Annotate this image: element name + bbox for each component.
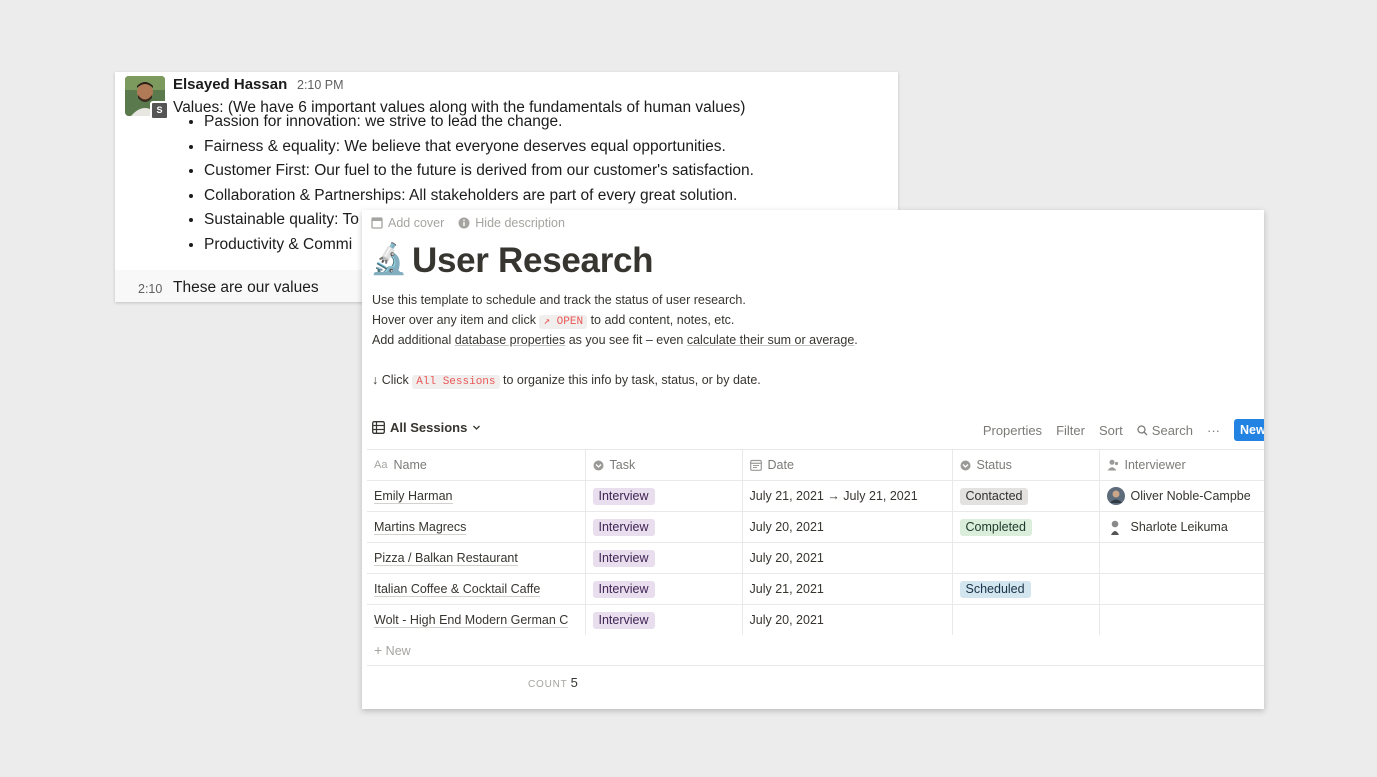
list-item: Fairness & equality: We believe that eve… — [204, 135, 754, 160]
row-task[interactable]: Interview — [584, 573, 742, 605]
page-description: Use this template to schedule and track … — [372, 290, 858, 390]
properties-button[interactable]: Properties — [983, 423, 1042, 438]
task-tag: Interview — [592, 549, 655, 567]
toolbar-actions: Properties Filter Sort Search ··· New — [983, 419, 1264, 441]
row-name[interactable]: Italian Coffee & Cocktail Caffe — [367, 573, 585, 605]
row-date[interactable]: July 20, 2021 — [741, 542, 952, 574]
row-task[interactable]: Interview — [584, 604, 742, 635]
search-button[interactable]: Search — [1137, 423, 1193, 438]
table-row[interactable]: Italian Coffee & Cocktail Caffe Intervie… — [367, 573, 1264, 605]
description-line: Add additional database properties as yo… — [372, 333, 858, 347]
notion-page: Add cover Hide description 🔬 User Resear… — [362, 210, 1264, 709]
row-interviewer[interactable] — [1098, 542, 1264, 574]
select-property-icon — [593, 460, 603, 470]
microscope-icon[interactable]: 🔬 — [370, 242, 407, 277]
sort-button[interactable]: Sort — [1099, 423, 1123, 438]
hide-description-label: Hide description — [475, 216, 565, 230]
table-row[interactable]: Pizza / Balkan Restaurant Interview July… — [367, 542, 1264, 574]
followup-timestamp[interactable]: 2:10 — [138, 282, 162, 296]
table-row[interactable]: Emily Harman Interview July 21, 2021 → J… — [367, 480, 1264, 512]
status-badge: Scheduled — [959, 580, 1031, 598]
sender-name[interactable]: Elsayed Hassan — [173, 76, 287, 93]
add-cover-button[interactable]: Add cover — [371, 216, 444, 230]
divider — [367, 665, 1264, 666]
row-status[interactable]: Completed — [951, 511, 1099, 543]
chevron-down-icon — [473, 425, 481, 430]
add-row-button[interactable]: + New — [374, 642, 411, 658]
row-interviewer[interactable] — [1098, 604, 1264, 635]
column-header-status[interactable]: Status — [951, 449, 1099, 481]
database-toolbar: All Sessions Properties Filter Sort Sear… — [372, 419, 1264, 441]
row-task[interactable]: Interview — [584, 542, 742, 574]
column-header-task[interactable]: Task — [584, 449, 742, 481]
row-status[interactable]: Contacted — [951, 480, 1099, 512]
column-header-name[interactable]: Aa Name — [367, 449, 585, 481]
database-properties-link[interactable]: database properties — [455, 333, 566, 347]
avatar — [1106, 487, 1125, 505]
view-selector[interactable]: All Sessions — [372, 420, 481, 435]
calendar-icon — [749, 459, 762, 471]
list-item: Passion for innovation: we strive to lea… — [204, 110, 754, 135]
row-status[interactable] — [951, 604, 1099, 635]
row-interviewer[interactable]: Oliver Noble-Campbe — [1098, 480, 1264, 512]
row-name[interactable]: Martins Magrecs — [367, 511, 585, 543]
plus-icon: + — [374, 642, 383, 658]
description-line: Use this template to schedule and track … — [372, 293, 746, 307]
all-sessions-code-chip: All Sessions — [412, 375, 500, 389]
list-item: Collaboration & Partnerships: All stakeh… — [204, 184, 754, 209]
task-tag: Interview — [592, 611, 655, 629]
view-name: All Sessions — [390, 420, 468, 435]
row-task[interactable]: Interview — [584, 480, 742, 512]
status-badge: Contacted — [959, 487, 1029, 505]
row-status[interactable]: Scheduled — [951, 573, 1099, 605]
list-item: Customer First: Our fuel to the future i… — [204, 159, 754, 184]
row-name[interactable]: Emily Harman — [367, 480, 585, 512]
task-tag: Interview — [592, 580, 655, 598]
person-icon — [1107, 459, 1118, 471]
filter-button[interactable]: Filter — [1056, 423, 1085, 438]
row-date[interactable]: July 21, 2021 — [741, 573, 952, 605]
task-tag: Interview — [592, 518, 655, 536]
task-tag: Interview — [592, 487, 655, 505]
table-row[interactable]: Wolt - High End Modern German C Intervie… — [367, 604, 1264, 635]
open-code-chip: ↗ OPEN — [539, 315, 588, 329]
image-icon — [371, 217, 383, 229]
row-name[interactable]: Wolt - High End Modern German C — [367, 604, 585, 635]
text-property-icon: Aa — [374, 459, 388, 471]
description-line: Hover over any item and click ↗ OPEN to … — [372, 313, 735, 329]
column-header-date[interactable]: Date — [741, 449, 952, 481]
row-date[interactable]: July 20, 2021 — [741, 604, 952, 635]
new-button[interactable]: New — [1234, 419, 1264, 441]
more-options-icon[interactable]: ··· — [1207, 423, 1220, 438]
followup-message: These are our values — [173, 279, 319, 296]
table-row[interactable]: Martins Magrecs Interview July 20, 2021 … — [367, 511, 1264, 543]
row-count[interactable]: COUNT 5 — [528, 675, 578, 690]
row-date[interactable]: July 20, 2021 — [741, 511, 952, 543]
row-name[interactable]: Pizza / Balkan Restaurant — [367, 542, 585, 574]
search-icon — [1137, 424, 1148, 435]
hide-description-button[interactable]: Hide description — [458, 216, 565, 230]
message-timestamp[interactable]: 2:10 PM — [297, 78, 344, 92]
column-header-interviewer[interactable]: Interviewer — [1098, 449, 1264, 481]
add-cover-label: Add cover — [388, 216, 445, 230]
table-header-row: Aa Name Task Date Status Interviewer — [367, 449, 1264, 481]
info-icon — [458, 217, 470, 229]
status-badge: Completed — [959, 518, 1032, 536]
sessions-table: Aa Name Task Date Status Interviewer Emi… — [367, 449, 1264, 635]
row-status[interactable] — [951, 542, 1099, 574]
row-task[interactable]: Interview — [584, 511, 742, 543]
page-controls: Add cover Hide description — [371, 216, 565, 230]
page-title[interactable]: User Research — [412, 241, 654, 281]
row-date[interactable]: July 21, 2021 → July 21, 2021 — [741, 480, 952, 512]
description-line: ↓ Click All Sessions to organize this in… — [372, 373, 761, 389]
workspace-badge: S — [150, 101, 169, 120]
row-interviewer[interactable] — [1098, 573, 1264, 605]
table-icon — [372, 421, 385, 434]
row-interviewer[interactable]: Sharlote Leikuma — [1098, 511, 1264, 543]
calculate-link[interactable]: calculate their sum or average — [687, 333, 854, 347]
select-property-icon — [960, 460, 970, 470]
avatar — [1106, 518, 1125, 536]
